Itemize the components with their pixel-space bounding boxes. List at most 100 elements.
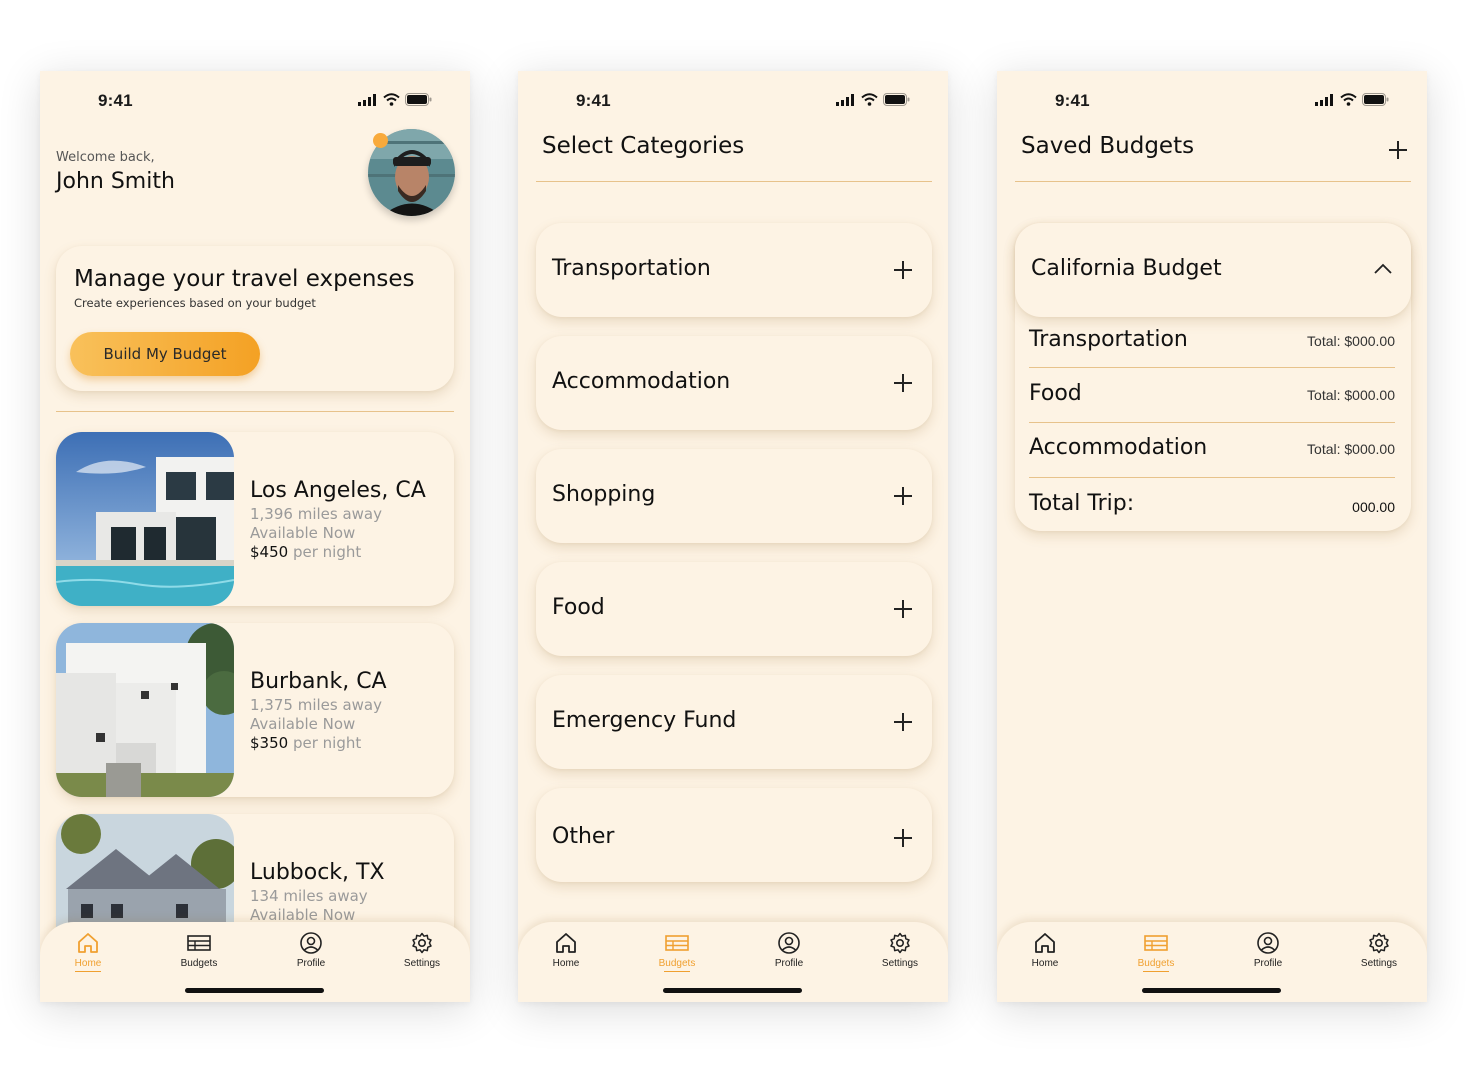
tab-settings[interactable]: Settings — [1339, 932, 1419, 969]
listing-availability: Available Now — [250, 524, 356, 542]
total-value: $000.00 — [1344, 333, 1395, 349]
tab-home[interactable]: Home — [48, 932, 128, 972]
total-label: Total: — [1307, 441, 1341, 457]
category-label: Accommodation — [552, 369, 731, 394]
category-label: Food — [552, 595, 605, 620]
total-value: $000.00 — [1344, 441, 1395, 457]
tab-home[interactable]: Home — [526, 932, 606, 969]
category-item[interactable]: Transportation — [536, 223, 932, 317]
tab-budgets[interactable]: Budgets — [159, 932, 239, 969]
total-value: $000.00 — [1344, 387, 1395, 403]
user-circle-icon — [1257, 932, 1279, 954]
plus-icon[interactable] — [892, 711, 914, 733]
notification-dot — [373, 133, 388, 148]
home-icon — [78, 933, 98, 953]
build-budget-button[interactable]: Build My Budget — [70, 332, 260, 376]
listing-availability: Available Now — [250, 715, 356, 733]
tab-profile[interactable]: Profile — [271, 932, 351, 969]
home-indicator — [1142, 988, 1281, 993]
tab-budgets[interactable]: Budgets — [637, 932, 717, 972]
tab-label: Settings — [881, 958, 919, 969]
category-item[interactable]: Accommodation — [536, 336, 932, 430]
budget-row-total: Total: $000.00 — [1307, 333, 1395, 349]
listing-city: Lubbock, TX — [250, 860, 385, 885]
tab-settings[interactable]: Settings — [382, 932, 462, 969]
total-label: Total: — [1307, 387, 1341, 403]
tab-label: Settings — [1360, 958, 1398, 969]
saved-budgets-screen: 9:41 Saved Budgets California Budget Tra… — [997, 71, 1427, 1002]
tab-home[interactable]: Home — [1005, 932, 1085, 969]
plus-icon[interactable] — [892, 372, 914, 394]
home-icon — [556, 933, 576, 953]
budget-row-total: Total: $000.00 — [1307, 441, 1395, 457]
tab-label: Home — [1031, 958, 1059, 969]
signal-icon — [358, 93, 376, 106]
active-tab-underline — [664, 971, 690, 972]
home-icon — [1035, 933, 1055, 953]
hero-card: Manage your travel expenses Create exper… — [56, 246, 454, 391]
battery-icon — [405, 93, 432, 106]
home-screen: 9:41 Welcome back, John Smith Manage you… — [40, 71, 470, 1002]
tab-budgets[interactable]: Budgets — [1116, 932, 1196, 972]
listing-price-row: $350 per night — [250, 734, 361, 753]
category-item[interactable]: Other — [536, 788, 932, 882]
listing-price-row: $450 per night — [250, 543, 361, 562]
gear-icon — [412, 932, 432, 954]
page-title: Select Categories — [542, 133, 745, 159]
plus-icon[interactable] — [892, 598, 914, 620]
listing-price: $350 — [250, 734, 289, 752]
tab-label: Profile — [296, 958, 326, 969]
category-label: Other — [552, 824, 615, 849]
total-trip-label: Total Trip: — [1029, 491, 1135, 516]
budget-header[interactable]: California Budget — [1015, 223, 1411, 317]
wifi-icon — [383, 93, 400, 106]
home-indicator — [185, 988, 324, 993]
tab-settings[interactable]: Settings — [860, 932, 940, 969]
total-trip-value: 000.00 — [1352, 499, 1395, 515]
status-time: 9:41 — [1055, 91, 1090, 110]
tab-profile[interactable]: Profile — [1228, 932, 1308, 969]
listing-price: $450 — [250, 543, 289, 561]
categories-screen: 9:41 Select Categories Transportation Ac… — [518, 71, 948, 1002]
listing-card[interactable]: Burbank, CA 1,375 miles away Available N… — [56, 623, 454, 797]
listing-price-unit: per night — [288, 543, 362, 561]
active-tab-underline — [75, 971, 101, 972]
listing-distance: 134 miles away — [250, 887, 368, 905]
listing-distance: 1,396 miles away — [250, 505, 382, 523]
user-circle-icon — [300, 932, 322, 954]
listing-price-unit: per night — [288, 734, 362, 752]
total-label: Total: — [1307, 333, 1341, 349]
tab-label: Home — [74, 958, 102, 969]
row-divider — [1029, 477, 1395, 478]
chevron-up-icon[interactable] — [1373, 263, 1393, 275]
category-item[interactable]: Shopping — [536, 449, 932, 543]
category-item[interactable]: Emergency Fund — [536, 675, 932, 769]
budget-row-label: Accommodation — [1029, 435, 1208, 460]
category-item[interactable]: Food — [536, 562, 932, 656]
tab-label: Budgets — [1137, 958, 1175, 969]
page-title: Saved Budgets — [1021, 133, 1195, 159]
welcome-text: Welcome back, — [56, 150, 155, 165]
hero-subtitle: Create experiences based on your budget — [74, 296, 316, 310]
tab-label: Home — [552, 958, 580, 969]
divider — [56, 411, 454, 412]
table-icon — [187, 935, 211, 951]
budget-row-total: Total: $000.00 — [1307, 387, 1395, 403]
listing-image — [56, 432, 234, 606]
listing-image — [56, 623, 234, 797]
row-divider — [1029, 422, 1395, 423]
user-name: John Smith — [56, 169, 175, 194]
table-icon — [665, 935, 689, 951]
tab-label: Settings — [403, 958, 441, 969]
plus-icon[interactable] — [892, 827, 914, 849]
add-budget-button[interactable] — [1387, 139, 1409, 161]
status-time: 9:41 — [98, 91, 133, 110]
tab-profile[interactable]: Profile — [749, 932, 829, 969]
listing-card[interactable]: Los Angeles, CA 1,396 miles away Availab… — [56, 432, 454, 606]
plus-icon[interactable] — [892, 259, 914, 281]
tab-label: Profile — [774, 958, 804, 969]
plus-icon[interactable] — [892, 485, 914, 507]
active-tab-underline — [1143, 971, 1169, 972]
category-label: Emergency Fund — [552, 708, 737, 733]
signal-icon — [1315, 93, 1333, 106]
